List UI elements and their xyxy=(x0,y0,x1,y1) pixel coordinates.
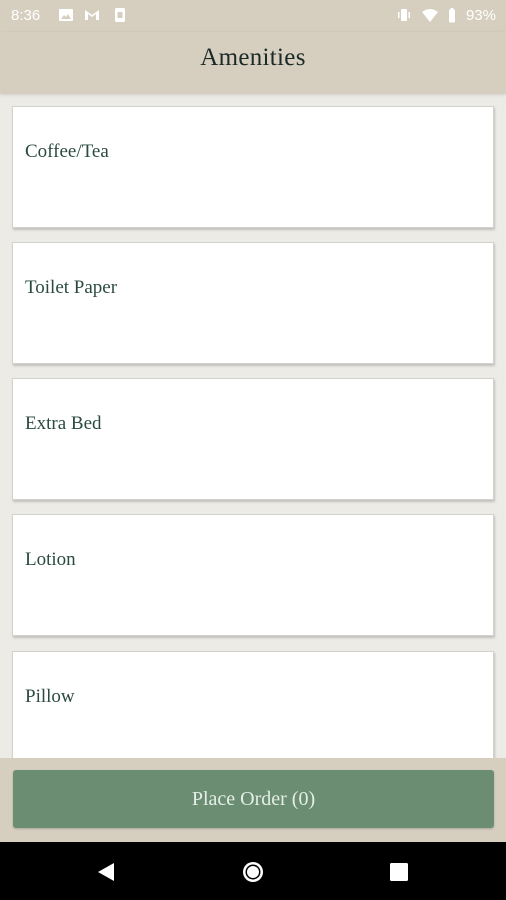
amenity-label: Toilet Paper xyxy=(25,277,118,298)
gmail-icon xyxy=(85,10,99,20)
amenity-label: Extra Bed xyxy=(25,413,102,434)
system-nav-bar xyxy=(0,842,506,900)
order-footer: Place Order (0) xyxy=(0,758,506,842)
recents-icon[interactable] xyxy=(387,860,411,884)
app-bar: Amenities xyxy=(0,32,506,94)
amenity-label: Pillow xyxy=(25,686,75,707)
place-order-button[interactable]: Place Order (0) xyxy=(13,770,494,828)
amenity-item-lotion[interactable]: Lotion xyxy=(12,514,494,636)
device-icon xyxy=(115,8,125,22)
status-time: 8:36 xyxy=(11,7,41,24)
page-title: Amenities xyxy=(200,44,306,71)
battery-icon xyxy=(449,8,455,23)
back-icon[interactable] xyxy=(94,860,118,884)
amenity-item-extra-bed[interactable]: Extra Bed xyxy=(12,378,494,500)
vibrate-icon xyxy=(398,9,410,21)
amenities-list[interactable]: Coffee/Tea Toilet Paper Extra Bed Lotion… xyxy=(0,94,506,758)
battery-percent: 93% xyxy=(465,7,496,24)
status-bar: 8:36 93% xyxy=(0,0,506,32)
home-icon[interactable] xyxy=(241,860,265,884)
image-icon xyxy=(59,9,73,21)
amenity-label: Coffee/Tea xyxy=(25,141,109,162)
amenity-item-toilet-paper[interactable]: Toilet Paper xyxy=(12,242,494,364)
amenity-label: Lotion xyxy=(25,549,76,570)
amenity-item-coffee-tea[interactable]: Coffee/Tea xyxy=(12,106,494,228)
wifi-icon xyxy=(422,9,438,22)
amenity-item-pillow[interactable]: Pillow xyxy=(12,651,494,758)
